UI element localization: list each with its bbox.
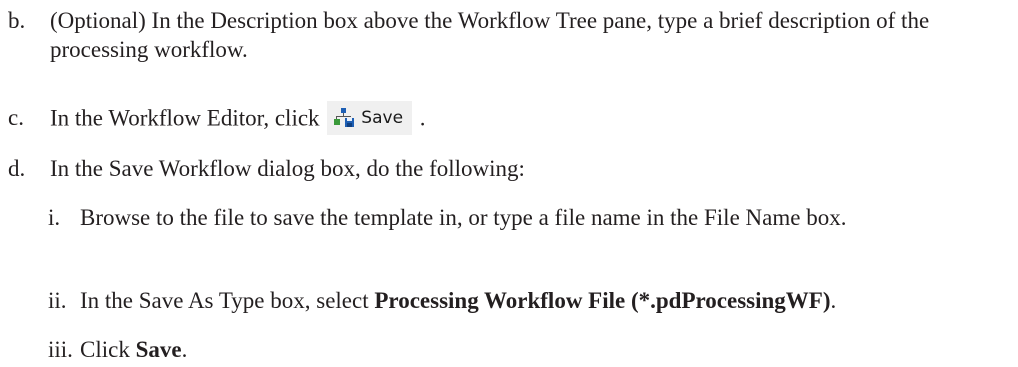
substep-marker: i. xyxy=(48,205,61,230)
substep-text-before: Click xyxy=(80,337,136,362)
save-workflow-icon xyxy=(334,108,355,127)
step-b: b. (Optional) In the Description box abo… xyxy=(8,6,1010,64)
substep-text-after: . xyxy=(830,288,837,313)
substep-text-before: In the Save As Type box, select xyxy=(80,288,375,313)
substep-marker: iii. xyxy=(48,337,73,362)
substep-text-after: . xyxy=(181,337,188,362)
file-type-option: Processing Workflow File (*.pdProcessing… xyxy=(374,288,831,313)
substep-text: Browse to the file to save the template … xyxy=(80,205,847,230)
step-text: In the Workflow Editor, click Save . xyxy=(50,101,1010,137)
step-c: c. In the Workflow Editor, click Save . xyxy=(8,101,1010,137)
substep-text: Click Save. xyxy=(80,335,1010,364)
substep-i: i. Browse to the file to save the templa… xyxy=(8,203,1010,232)
substep-iii: iii. Click Save. xyxy=(8,335,1010,364)
substep-marker: ii. xyxy=(48,288,67,313)
step-marker: c. xyxy=(8,105,24,130)
save-button[interactable]: Save xyxy=(327,101,413,135)
save-button-label: Save xyxy=(361,107,404,128)
step-text-after: . xyxy=(419,105,426,131)
save-label-bold: Save xyxy=(135,337,182,362)
substep-text: In the Save As Type box, select Processi… xyxy=(80,286,1010,315)
substep-ii: ii. In the Save As Type box, select Proc… xyxy=(8,286,1010,315)
step-text: In the Save Workflow dialog box, do the … xyxy=(50,156,525,181)
step-text: (Optional) In the Description box above … xyxy=(50,8,930,62)
step-text-before: In the Workflow Editor, click xyxy=(50,105,320,131)
step-d: d. In the Save Workflow dialog box, do t… xyxy=(8,154,1010,183)
step-marker: d. xyxy=(8,156,26,181)
step-marker: b. xyxy=(8,8,26,33)
